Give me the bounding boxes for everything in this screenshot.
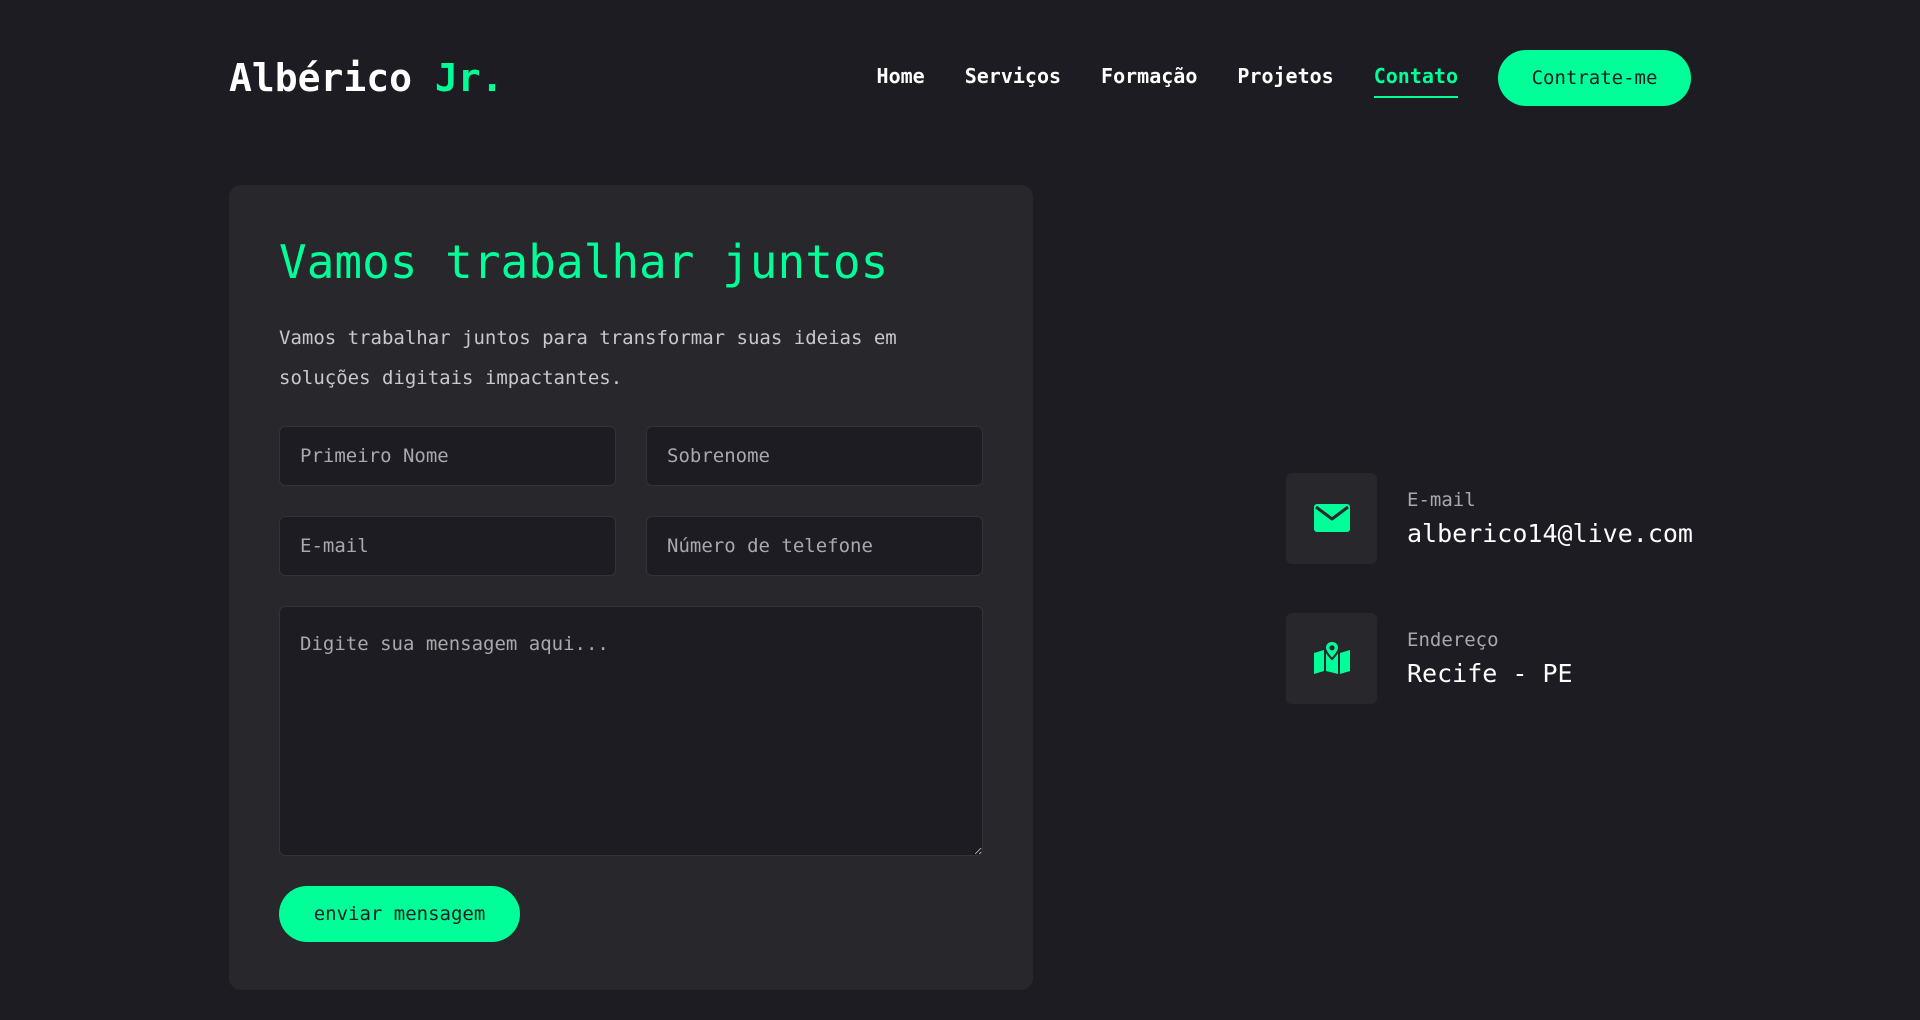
info-item-address: Endereço Recife - PE [1286, 612, 1693, 704]
logo-name: Albérico [229, 56, 413, 100]
hire-me-button[interactable]: Contrate-me [1498, 50, 1691, 106]
info-email-label: E-mail [1407, 489, 1476, 512]
nav-link-servicos[interactable]: Serviços [965, 64, 1061, 92]
nav-link-formacao[interactable]: Formação [1101, 64, 1197, 92]
form-description: Vamos trabalhar juntos para transformar … [279, 327, 897, 390]
nav-link-projetos[interactable]: Projetos [1237, 64, 1333, 92]
info-item-email: E-mail alberico14@live.com [1286, 472, 1693, 564]
email-input[interactable] [279, 516, 616, 577]
map-pin-icon [1313, 641, 1350, 674]
envelope-icon [1313, 504, 1350, 532]
main-nav: Home Serviços Formação Projetos Contato … [877, 50, 1691, 106]
first-name-input[interactable] [279, 426, 616, 487]
form-title: Vamos trabalhar juntos [279, 235, 889, 289]
contact-info: E-mail alberico14@live.com Endereço Reci… [1286, 472, 1693, 752]
logo-accent: Jr. [434, 56, 504, 100]
send-message-button[interactable]: enviar mensagem [279, 886, 520, 943]
envelope-icon-box [1286, 472, 1377, 564]
info-email-value: alberico14@live.com [1407, 518, 1693, 548]
logo[interactable]: Albérico Jr. [229, 56, 504, 100]
name-row [279, 426, 983, 487]
info-address-text: Endereço Recife - PE [1407, 628, 1573, 688]
info-address-value: Recife - PE [1407, 658, 1573, 688]
contact-form-card: Vamos trabalhar juntos Vamos trabalhar j… [229, 185, 1033, 990]
nav-link-home[interactable]: Home [877, 64, 925, 92]
last-name-input[interactable] [646, 426, 983, 487]
message-textarea[interactable] [279, 606, 983, 857]
nav-link-contato[interactable]: Contato [1373, 64, 1459, 98]
info-email-text: E-mail alberico14@live.com [1407, 488, 1693, 548]
contact-row [279, 516, 983, 577]
info-address-label: Endereço [1407, 629, 1499, 652]
phone-input[interactable] [646, 516, 983, 577]
map-pin-icon-box [1286, 612, 1377, 704]
site-header: Albérico Jr. Home Serviços Formação Proj… [229, 50, 1691, 106]
